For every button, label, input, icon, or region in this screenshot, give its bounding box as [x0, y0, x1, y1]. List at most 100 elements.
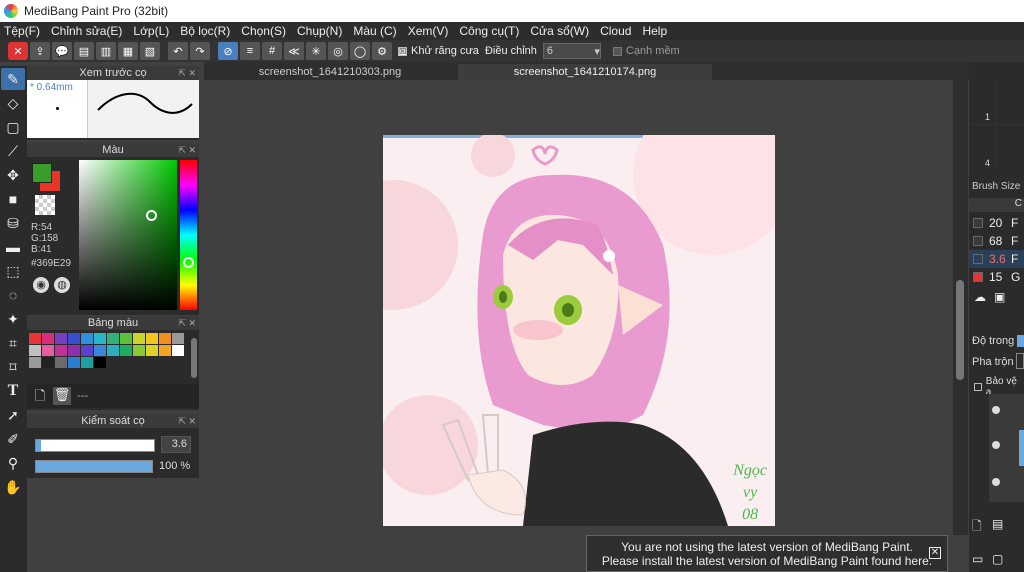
cloud-upload-icon[interactable]: ☁ [974, 290, 990, 306]
opacity-slider[interactable] [1017, 335, 1024, 347]
brush-size-cell[interactable]: 1 [969, 78, 996, 124]
dot-tool-icon[interactable]: ▢ [1, 116, 25, 138]
menu-help[interactable]: Help [642, 24, 667, 38]
menu-view[interactable]: Xem(V) [408, 24, 449, 38]
curve-snap-icon[interactable]: ◯ [350, 42, 370, 60]
eye-icon[interactable] [992, 406, 1000, 414]
hue-slider-handle[interactable] [183, 257, 194, 268]
palette-swatch[interactable] [120, 333, 132, 344]
palette-swatch[interactable] [107, 333, 119, 344]
hand-tool-icon[interactable]: ✋ [1, 476, 25, 498]
snap-off-icon[interactable]: ⊘ [218, 42, 238, 60]
palette-swatch[interactable] [94, 333, 106, 344]
vanishing-snap-icon[interactable]: ≪ [284, 42, 304, 60]
palette-swatch[interactable] [146, 345, 158, 356]
hue-slider[interactable] [180, 160, 197, 310]
parallel-snap-icon[interactable]: ≡ [240, 42, 260, 60]
brush-size-cell[interactable]: 5 [997, 124, 1024, 170]
brush-list-item[interactable]: 3.6 F [969, 250, 1024, 268]
menu-window[interactable]: Cửa sổ(W) [530, 24, 589, 38]
palette-swatch[interactable] [172, 345, 184, 356]
primary-color-swatch[interactable] [32, 163, 52, 183]
new-palette-icon[interactable]: 🗋 [31, 387, 49, 405]
pin-icon[interactable]: ⇱ ✕ [178, 66, 196, 80]
palette-scrollbar[interactable] [191, 338, 197, 378]
new-layer-icon[interactable]: 🗋 [972, 517, 988, 533]
saturation-value-picker[interactable] [79, 160, 177, 310]
palette-swatch[interactable] [146, 333, 158, 344]
gradient-tool-icon[interactable]: ▬ [1, 236, 25, 258]
close-file-icon[interactable]: ✕ [8, 42, 28, 60]
palette-swatch[interactable] [42, 333, 54, 344]
palette-swatch[interactable] [55, 357, 67, 368]
palette-swatch[interactable] [159, 333, 171, 344]
menu-layer[interactable]: Lớp(L) [133, 24, 169, 38]
redo-icon[interactable]: ↷ [190, 42, 210, 60]
palette-swatch[interactable] [81, 357, 93, 368]
menu-cloud[interactable]: Cloud [600, 24, 631, 38]
document-icon[interactable]: ▥ [96, 42, 116, 60]
menu-color[interactable]: Màu (C) [353, 24, 396, 38]
folder-icon[interactable]: ▭ [972, 552, 988, 568]
pin-icon[interactable]: ⇱ ✕ [178, 143, 196, 157]
brush-size-cell[interactable]: 1 [997, 78, 1024, 124]
divide-tool-icon[interactable]: ✐ [1, 428, 25, 450]
update-notification[interactable]: You are not using the latest version of … [586, 535, 948, 572]
palette-swatch[interactable] [68, 357, 80, 368]
select-eraser-icon[interactable]: ⌑ [1, 356, 25, 378]
fill-rect-tool-icon[interactable]: ■ [1, 188, 25, 210]
magic-wand-icon[interactable]: ✦ [1, 308, 25, 330]
operation-tool-icon[interactable]: ➚ [1, 404, 25, 426]
brush-opacity-slider[interactable] [35, 460, 153, 473]
transparent-color-swatch[interactable] [35, 195, 55, 215]
palette-swatch[interactable] [172, 333, 184, 344]
brush-list-item[interactable]: 15 G [969, 268, 1024, 286]
palette-swatch[interactable] [120, 345, 132, 356]
menu-tools[interactable]: Công cụ(T) [459, 24, 519, 38]
lasso-select-icon[interactable]: ◌ [1, 284, 25, 306]
share-icon[interactable]: ⇪ [30, 42, 50, 60]
cross-snap-icon[interactable]: # [262, 42, 282, 60]
palette-swatch[interactable] [29, 345, 41, 356]
pin-icon[interactable]: ⇱ ✕ [178, 414, 196, 428]
blend-select[interactable] [1016, 353, 1024, 369]
palette-swatch[interactable] [42, 345, 54, 356]
menu-snap[interactable]: Chụp(N) [297, 24, 342, 38]
settings-icon[interactable]: ⚙ [372, 42, 392, 60]
soft-edge-checkbox[interactable] [612, 46, 622, 56]
chat-icon[interactable]: ▤ [74, 42, 94, 60]
correction-select[interactable]: 6 ▾ [542, 43, 601, 59]
canvas-scroll-thumb[interactable] [956, 280, 964, 380]
palette-swatch[interactable] [55, 345, 67, 356]
palette-swatch[interactable] [29, 333, 41, 344]
eye-icon[interactable] [992, 478, 1000, 486]
brush-size-value[interactable]: 3.6 [161, 436, 191, 453]
select-pen-icon[interactable]: ⌗ [1, 332, 25, 354]
eraser-tool-icon[interactable]: ◇ [1, 92, 25, 114]
open-folder-icon[interactable]: ▢ [992, 552, 1008, 568]
palette-add-icon[interactable]: ◍ [54, 277, 70, 293]
text-tool-icon[interactable]: T [1, 380, 25, 402]
brush-size-slider[interactable] [35, 439, 155, 452]
palette-swatch[interactable] [68, 333, 80, 344]
palette-swatch[interactable] [107, 345, 119, 356]
palette-swatch[interactable] [159, 345, 171, 356]
pin-icon[interactable]: ⇱ ✕ [178, 316, 196, 330]
menu-filter[interactable]: Bộ lọc(R) [180, 24, 230, 38]
canvas-scrollbar[interactable] [953, 80, 968, 535]
color-picker-handle[interactable] [146, 210, 157, 221]
selected-layer[interactable] [1019, 430, 1024, 466]
tab-screenshot-1641210303[interactable]: screenshot_1641210303.png [204, 64, 456, 80]
tab-screenshot-1641210174[interactable]: screenshot_1641210174.png [458, 64, 712, 80]
radial-snap-icon[interactable]: ✳ [306, 42, 326, 60]
palette-swatch[interactable] [55, 333, 67, 344]
grid-list-icon[interactable]: ▧ [140, 42, 160, 60]
drawing-canvas[interactable]: Ngọc vy 08 [383, 135, 775, 526]
delete-icon[interactable]: 🗑 [53, 387, 71, 405]
add-brush-icon[interactable]: ▣ [994, 290, 1010, 306]
palette-swatch[interactable] [133, 345, 145, 356]
brush-tool-icon[interactable]: ✎ [1, 68, 25, 90]
palette-swatch[interactable] [94, 345, 106, 356]
palette-swatch[interactable] [94, 357, 106, 368]
menu-edit[interactable]: Chỉnh sửa(E) [51, 24, 122, 38]
